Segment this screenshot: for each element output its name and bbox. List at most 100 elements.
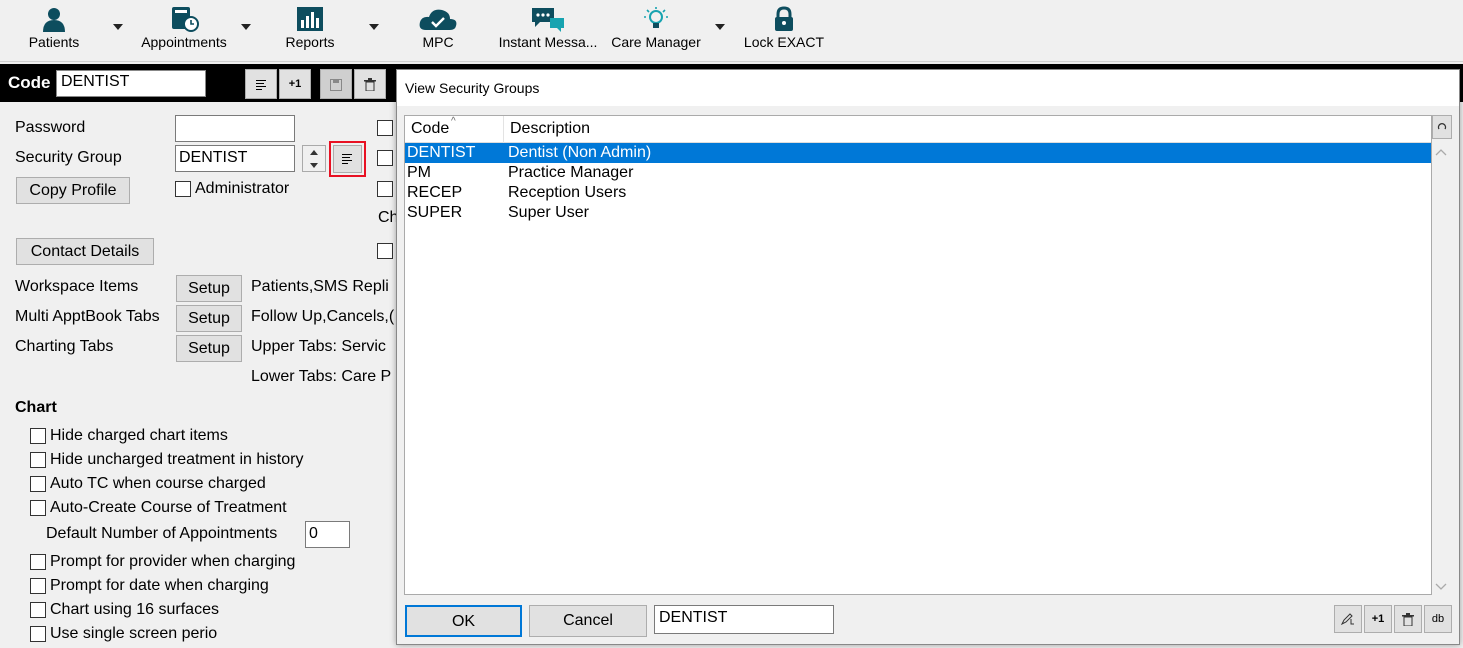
table-row[interactable]: SUPER Super User <box>405 203 1431 223</box>
default-appointments-label: Default Number of Appointments <box>46 525 278 542</box>
option-checkbox-3[interactable] <box>377 181 393 197</box>
toolbar-mpc[interactable]: MPC <box>398 0 478 62</box>
vertical-scrollbar[interactable] <box>1432 144 1450 595</box>
reports-dropdown-arrow[interactable] <box>369 24 379 30</box>
workspace-items-label: Workspace Items <box>15 278 139 295</box>
copy-profile-button[interactable]: Copy Profile <box>16 177 130 204</box>
scrollbar-arrows-icon <box>1435 149 1447 590</box>
row-code: SUPER <box>407 204 463 221</box>
contact-details-button[interactable]: Contact Details <box>16 238 154 265</box>
view-security-groups-dialog: View Security Groups Code ^ Description … <box>396 69 1460 645</box>
main-toolbar: Patients Appointments Reports MPC Instan… <box>0 0 1463 62</box>
administrator-checkbox[interactable] <box>175 181 191 197</box>
list-button[interactable] <box>245 69 277 99</box>
toolbar-lock-exact-label: Lock EXACT <box>743 34 825 50</box>
column-header-code[interactable]: Code ^ <box>405 116 504 143</box>
chat-bubbles-icon <box>532 8 564 32</box>
hide-charged-chart-items-checkbox[interactable] <box>30 428 46 444</box>
delete-group-button[interactable] <box>1394 605 1422 633</box>
security-groups-grid: Code ^ Description DENTIST Dentist (Non … <box>404 115 1432 595</box>
save-button[interactable] <box>320 69 352 99</box>
auto-tc-checkbox[interactable] <box>30 476 46 492</box>
toolbar-care-manager-label: Care Manager <box>611 34 701 50</box>
charting-tabs-setup-button[interactable]: Setup <box>176 335 242 362</box>
toolbar-instant-messaging-label: Instant Messa... <box>498 34 598 50</box>
trash-icon <box>364 78 376 92</box>
toolbar-reports[interactable]: Reports <box>270 0 350 62</box>
security-group-field[interactable]: DENTIST <box>175 145 295 172</box>
chart-option-label: Prompt for provider when charging <box>50 553 296 570</box>
toolbar-lock-exact[interactable]: Lock EXACT <box>742 0 826 62</box>
default-appointments-field[interactable]: 0 <box>305 521 350 548</box>
list-lines-icon <box>256 80 268 90</box>
care-manager-dropdown-arrow[interactable] <box>715 24 725 30</box>
lightbulb-icon <box>644 7 668 28</box>
add-new-button[interactable]: +1 <box>279 69 311 99</box>
toolbar-care-manager[interactable]: Care Manager <box>606 0 706 62</box>
password-field[interactable] <box>175 115 295 142</box>
option-checkbox-2[interactable] <box>377 150 393 166</box>
table-row[interactable]: RECEP Reception Users <box>405 183 1431 203</box>
patients-dropdown-arrow[interactable] <box>113 24 123 30</box>
column-header-description[interactable]: Description <box>504 116 1431 143</box>
code-input[interactable]: DENTIST <box>56 70 206 97</box>
multi-apptbook-tabs-label: Multi ApptBook Tabs <box>15 308 160 325</box>
chart-16-surfaces-checkbox[interactable] <box>30 602 46 618</box>
option-checkbox-1[interactable] <box>377 120 393 136</box>
edit-icon <box>1340 613 1354 626</box>
database-button[interactable]: db <box>1424 605 1452 633</box>
chart-heading: Chart <box>15 399 57 416</box>
hide-uncharged-treatment-checkbox[interactable] <box>30 452 46 468</box>
prompt-provider-checkbox[interactable] <box>30 554 46 570</box>
delete-button[interactable] <box>354 69 386 99</box>
password-label: Password <box>15 119 86 136</box>
ok-button[interactable]: OK <box>405 605 522 637</box>
sort-ascending-icon: ^ <box>451 116 456 127</box>
padlock-icon <box>775 6 793 31</box>
chart-option-label: Prompt for date when charging <box>50 577 269 594</box>
appointment-book-icon <box>172 7 199 32</box>
chart-option-label: Chart using 16 surfaces <box>50 601 219 618</box>
refresh-icon <box>1437 123 1447 130</box>
table-row[interactable]: DENTIST Dentist (Non Admin) <box>405 143 1431 163</box>
appointments-dropdown-arrow[interactable] <box>241 24 251 30</box>
chart-option-label: Hide uncharged treatment in history <box>50 451 304 468</box>
refresh-button[interactable] <box>1432 115 1452 139</box>
chart-option-label: Use single screen perio <box>50 625 218 642</box>
chart-option-label: Auto-Create Course of Treatment <box>50 499 287 516</box>
row-code: RECEP <box>407 184 463 201</box>
security-group-label: Security Group <box>15 149 122 166</box>
workspace-items-setup-button[interactable]: Setup <box>176 275 242 302</box>
row-description: Dentist (Non Admin) <box>508 144 652 161</box>
prompt-date-checkbox[interactable] <box>30 578 46 594</box>
multi-apptbook-setup-button[interactable]: Setup <box>176 305 242 332</box>
auto-create-course-checkbox[interactable] <box>30 500 46 516</box>
arrow-down-icon <box>310 163 318 168</box>
filter-input[interactable]: DENTIST <box>654 605 834 634</box>
workspace-items-value: Patients,SMS Repli <box>251 278 389 295</box>
add-group-button[interactable]: +1 <box>1364 605 1392 633</box>
toolbar-instant-messaging[interactable]: Instant Messa... <box>496 0 600 62</box>
security-group-stepper[interactable] <box>302 145 326 172</box>
toolbar-mpc-label: MPC <box>422 34 454 50</box>
code-label: Code <box>8 73 51 92</box>
edit-button[interactable] <box>1334 605 1362 633</box>
column-header-code-label: Code <box>411 120 450 137</box>
security-group-lookup-button[interactable] <box>333 145 362 173</box>
grid-header: Code ^ Description <box>405 116 1431 143</box>
single-screen-perio-checkbox[interactable] <box>30 626 46 642</box>
toolbar-patients-label: Patients <box>28 34 80 50</box>
chart-option-label: Hide charged chart items <box>50 427 228 444</box>
dialog-title: View Security Groups <box>397 70 1459 106</box>
row-code: PM <box>407 164 431 181</box>
lower-tabs-value: Lower Tabs: Care P <box>251 368 392 385</box>
toolbar-patients[interactable]: Patients <box>14 0 94 62</box>
chart-option-label: Auto TC when course charged <box>50 475 266 492</box>
table-row[interactable]: PM Practice Manager <box>405 163 1431 183</box>
report-chart-icon <box>297 7 323 31</box>
floppy-disk-icon <box>330 79 342 91</box>
toolbar-appointments[interactable]: Appointments <box>134 0 234 62</box>
option-checkbox-4[interactable] <box>377 243 393 259</box>
cancel-button[interactable]: Cancel <box>529 605 647 637</box>
trash-icon <box>1402 613 1414 627</box>
